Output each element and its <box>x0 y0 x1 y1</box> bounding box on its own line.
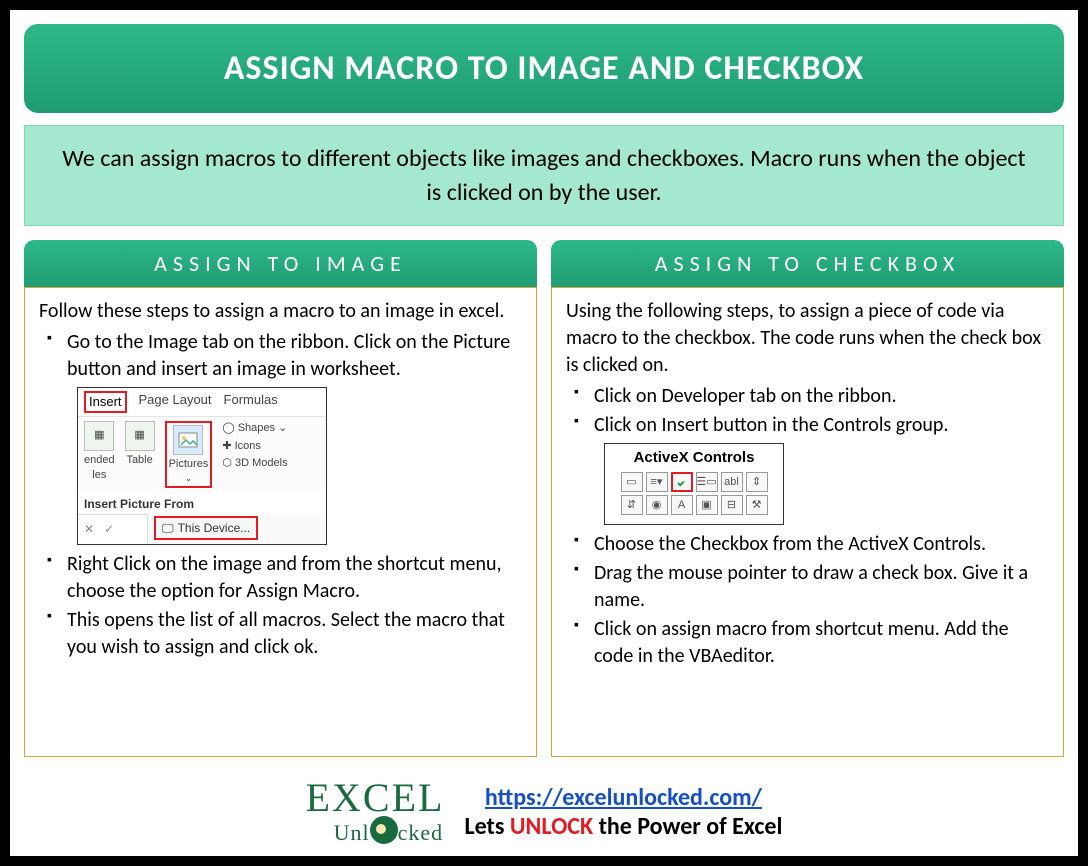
ribbon-pictures-label: Pictures <box>169 457 209 472</box>
ribbon-buttons-row: ▦ ended les ▦ Table <box>78 416 326 492</box>
shapes-button: ◯ Shapes ⌄ <box>222 421 287 436</box>
picture-icon <box>173 425 203 455</box>
left-lead: Follow these steps to assign a macro to … <box>39 298 522 325</box>
ribbon-sub-buttons: ◯ Shapes ⌄ ✚ Icons ⬡ 3D Models <box>222 421 287 472</box>
ax-textbox-icon: abl <box>721 472 743 492</box>
logo-small-text: Unl cked <box>334 816 445 844</box>
ax-scrollbar-icon: ⇕ <box>746 472 768 492</box>
this-device-option: 🖵 This Device... <box>154 516 258 540</box>
person-icon: ✚ <box>222 440 231 452</box>
caret-icon: ⌄ <box>278 422 287 434</box>
device-icon: 🖵 <box>162 520 174 536</box>
logo-o-icon <box>370 816 398 844</box>
right-step-5: Click on assign macro from shortcut menu… <box>566 616 1049 670</box>
right-column: ASSIGN TO CHECKBOX Using the following s… <box>551 240 1064 757</box>
dropdown-caret-icon: ⌄ <box>185 472 193 484</box>
right-lead: Using the following steps, to assign a p… <box>566 298 1049 379</box>
ribbon-ended-label: ended <box>84 453 115 468</box>
ax-button-icon: ▭ <box>621 472 643 492</box>
icons-button: ✚ Icons <box>222 439 287 454</box>
excel-unlocked-logo: EXCEL Unl cked <box>306 780 445 844</box>
footer: EXCEL Unl cked https://excelunlocked.com/… <box>10 780 1078 844</box>
this-device-label: This Device... <box>178 520 251 536</box>
table-icon: ▦ <box>125 421 155 451</box>
intro-text: We can assign macros to different object… <box>24 125 1064 226</box>
cube-icon: ⬡ <box>222 457 232 469</box>
ribbon-tab-formulas: Formulas <box>224 391 278 413</box>
icons-label: Icons <box>235 440 261 452</box>
left-column: ASSIGN TO IMAGE Follow these steps to as… <box>24 240 537 757</box>
ribbon-tab-pagelayout: Page Layout <box>139 391 212 413</box>
ax-image-icon: ▣ <box>696 495 718 515</box>
activex-row-2: ⇵ ◉ A ▣ ⊟ ⚒ <box>611 495 777 515</box>
ax-listbox-icon: ☰▭ <box>696 472 718 492</box>
right-step-3: Choose the Checkbox from the ActiveX Con… <box>566 531 1049 558</box>
pivot-icon: ▦ <box>84 421 114 451</box>
ax-togglebutton-icon: ⊟ <box>721 495 743 515</box>
cancel-icon: ✕ <box>84 521 94 537</box>
tagline-post: the Power of Excel <box>593 812 782 841</box>
footer-text: https://excelunlocked.com/ Lets UNLOCK t… <box>464 783 782 841</box>
ribbon-les-label: les <box>92 468 106 483</box>
right-body: Using the following steps, to assign a p… <box>551 287 1064 757</box>
image-glyph-icon <box>178 432 198 448</box>
3dmodels-button: ⬡ 3D Models <box>222 456 287 471</box>
ax-spinbutton-icon: ⇵ <box>621 495 643 515</box>
shapes-label: Shapes <box>238 422 275 434</box>
ax-checkbox-icon <box>671 472 693 492</box>
columns-container: ASSIGN TO IMAGE Follow these steps to as… <box>24 240 1064 757</box>
logo-big-text: EXCEL <box>306 780 445 816</box>
tagline-pre: Lets <box>464 812 509 841</box>
right-step-1: Click on Developer tab on the ribbon. <box>566 383 1049 410</box>
ribbon-tab-insert: Insert <box>84 391 127 413</box>
ax-morecontrols-icon: ⚒ <box>746 495 768 515</box>
right-step-4: Drag the mouse pointer to draw a check b… <box>566 560 1049 614</box>
left-step-3: This opens the list of all macros. Selec… <box>39 607 522 661</box>
tagline-unlock: UNLOCK <box>510 812 593 841</box>
activex-title: ActiveX Controls <box>611 448 777 468</box>
ribbon-tabs: Insert Page Layout Formulas <box>78 388 326 416</box>
formula-bar: ✕ ✓ <box>78 514 148 544</box>
insert-picture-from-label: Insert Picture From <box>78 492 326 514</box>
excel-ribbon-screenshot: Insert Page Layout Formulas ▦ ended les <box>77 387 327 545</box>
logo-pre: Unl <box>334 820 370 845</box>
shapes-icon: ◯ <box>222 422 234 434</box>
ribbon-btn-table: ▦ Table <box>125 421 155 468</box>
footer-link[interactable]: https://excelunlocked.com/ <box>485 783 762 812</box>
ribbon-btn-ended: ▦ ended les <box>84 421 115 483</box>
left-body: Follow these steps to assign a macro to … <box>24 287 537 757</box>
ax-combobox-icon: ≡▾ <box>646 472 668 492</box>
right-step-2-text: Click on Insert button in the Controls g… <box>594 413 948 437</box>
right-header: ASSIGN TO CHECKBOX <box>551 240 1064 287</box>
activex-row-1: ▭ ≡▾ ☰▭ abl ⇕ <box>611 472 777 492</box>
ax-label-icon: A <box>671 495 693 515</box>
ribbon-table-label: Table <box>126 453 152 468</box>
left-step-1: Go to the Image tab on the ribbon. Click… <box>39 329 522 549</box>
models-label: 3D Models <box>235 457 288 469</box>
check-icon: ✓ <box>104 521 114 537</box>
ribbon-btn-pictures: Pictures ⌄ <box>165 421 213 488</box>
left-step-2: Right Click on the image and from the sh… <box>39 551 522 605</box>
right-step-2: Click on Insert button in the Controls g… <box>566 412 1049 529</box>
logo-post: cked <box>398 820 444 845</box>
ax-optionbutton-icon: ◉ <box>646 495 668 515</box>
left-header: ASSIGN TO IMAGE <box>24 240 537 287</box>
left-step-1-text: Go to the Image tab on the ribbon. Click… <box>67 330 510 381</box>
activex-controls-screenshot: ActiveX Controls ▭ ≡▾ ☰▭ abl ⇕ ⇵ ◉ <box>604 443 784 525</box>
page-title: ASSIGN MACRO TO IMAGE AND CHECKBOX <box>24 24 1064 113</box>
tagline: Lets UNLOCK the Power of Excel <box>464 812 782 841</box>
